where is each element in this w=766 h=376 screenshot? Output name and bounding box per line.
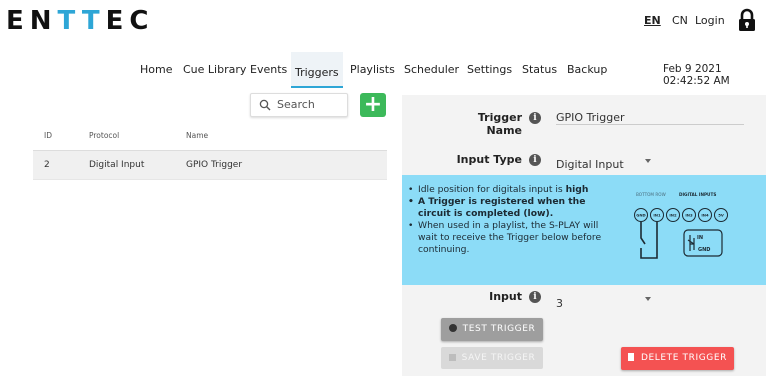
- row-id: 2: [44, 160, 50, 170]
- save-trigger-button[interactable]: SAVE TRIGGER: [441, 347, 543, 369]
- trigger-name-input[interactable]: GPIO Trigger: [556, 106, 744, 125]
- logo-text-c: EC: [105, 6, 155, 36]
- chevron-down-icon[interactable]: [645, 159, 651, 163]
- column-header-protocol[interactable]: Protocol: [89, 131, 119, 140]
- language-cn-link[interactable]: CN: [672, 14, 688, 27]
- nav-cue-library[interactable]: Cue Library: [183, 63, 246, 76]
- legend-in: IN: [697, 235, 703, 241]
- save-icon: [448, 354, 456, 361]
- test-trigger-button[interactable]: TEST TRIGGER: [441, 318, 543, 341]
- login-link[interactable]: Login: [695, 14, 725, 27]
- nav-scheduler[interactable]: Scheduler: [404, 63, 459, 76]
- current-datetime: Feb 9 2021 02:42:52 AM: [663, 63, 730, 87]
- input-value: 3: [556, 297, 563, 310]
- pin-label: IN4: [701, 213, 709, 218]
- info-list: Idle position for digitals input is high…: [408, 184, 618, 256]
- info-item: When used in a playlist, the S-PLAY will…: [408, 220, 618, 256]
- pin-label: GND: [636, 213, 645, 218]
- language-en-link[interactable]: EN: [644, 14, 661, 27]
- trigger-name-value: GPIO Trigger: [556, 111, 625, 124]
- delete-trigger-button[interactable]: DELETE TRIGGER: [621, 347, 734, 370]
- clock-icon: [448, 324, 457, 332]
- enttec-logo[interactable]: ENTTEC: [6, 6, 154, 36]
- switch-wiring: [640, 222, 658, 259]
- logo-text-a: EN: [6, 6, 58, 36]
- pin-label: IN1: [653, 213, 661, 218]
- column-header-id[interactable]: ID: [44, 131, 52, 140]
- pin-label: IN3: [685, 213, 693, 218]
- nav-status[interactable]: Status: [522, 63, 557, 76]
- test-trigger-label: TEST TRIGGER: [462, 324, 536, 334]
- nav-settings[interactable]: Settings: [467, 63, 512, 76]
- pin-label: IN2: [669, 213, 677, 218]
- input-type-label: Input Type: [456, 153, 522, 166]
- pin-label: 5V: [718, 213, 724, 218]
- row-name: GPIO Trigger: [186, 160, 243, 170]
- input-label: Input: [489, 290, 522, 303]
- row-protocol: Digital Input: [89, 160, 145, 170]
- lock-icon[interactable]: [736, 8, 758, 32]
- legend-gnd: GND: [698, 247, 710, 253]
- trash-icon: [627, 353, 634, 361]
- trigger-name-label: Trigger Name: [477, 111, 522, 137]
- info-item: A Trigger is registered when the circuit…: [408, 196, 618, 220]
- search-icon: [259, 99, 271, 111]
- digital-inputs-diagram: BOTTOM ROW DIGITAL INPUTS GND IN1 IN2 IN…: [634, 192, 728, 259]
- info-icon[interactable]: i: [529, 154, 541, 166]
- info-icon[interactable]: i: [529, 291, 541, 303]
- nav-home[interactable]: Home: [140, 63, 172, 76]
- delete-trigger-label: DELETE TRIGGER: [640, 353, 728, 363]
- logo-text-b: TT: [57, 6, 106, 36]
- input-type-value: Digital Input: [556, 158, 624, 171]
- info-item: Idle position for digitals input is high: [408, 184, 618, 196]
- column-header-name[interactable]: Name: [186, 131, 208, 140]
- nav-backup[interactable]: Backup: [567, 63, 607, 76]
- nav-playlists[interactable]: Playlists: [350, 63, 395, 76]
- nav-events[interactable]: Events: [250, 63, 287, 76]
- chevron-down-icon[interactable]: [645, 297, 651, 301]
- search-label: Search: [277, 98, 315, 111]
- info-line-1: Idle position for digitals input is: [418, 184, 566, 195]
- save-trigger-label: SAVE TRIGGER: [461, 353, 536, 363]
- add-trigger-button[interactable]: +: [360, 93, 386, 117]
- search-input[interactable]: Search: [250, 93, 348, 117]
- diagram-title-a: BOTTOM ROW: [636, 192, 666, 197]
- info-line-1-bold: high: [565, 184, 589, 195]
- info-icon[interactable]: i: [529, 112, 541, 124]
- diagram-title-b: DIGITAL INPUTS: [679, 192, 716, 197]
- nav-triggers[interactable]: Triggers: [291, 52, 343, 88]
